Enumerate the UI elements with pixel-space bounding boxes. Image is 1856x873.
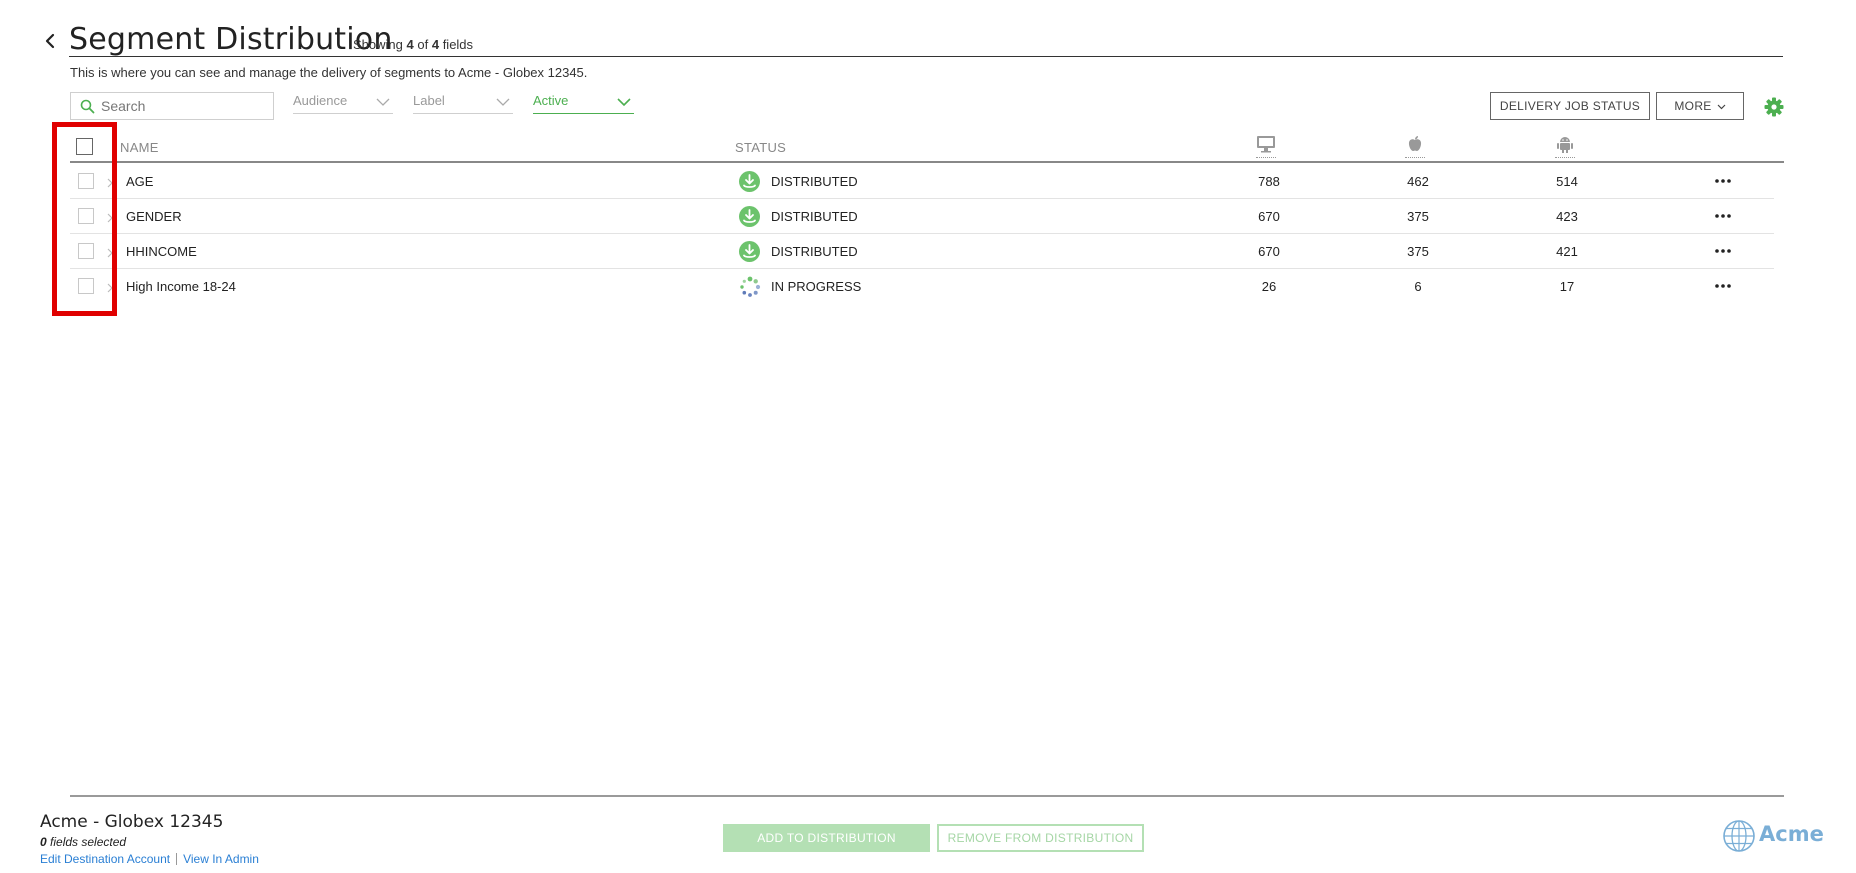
row-actions-ellipsis-icon[interactable] [1711, 171, 1735, 191]
row-android-count: 421 [1556, 244, 1578, 259]
audience-filter-label: Audience [293, 93, 348, 108]
distributed-icon [739, 241, 760, 267]
fields-selected-count: 0 [40, 835, 47, 849]
row-name[interactable]: High Income 18-24 [126, 279, 236, 294]
row-ios-count: 462 [1407, 174, 1429, 189]
showing-count: Showing 4 of 4 fields [353, 37, 473, 52]
page-subtitle: This is where you can see and manage the… [70, 65, 588, 80]
footer-links: Edit Destination Account View In Admin [40, 852, 259, 866]
table-header: NAME STATUS [70, 132, 1784, 163]
chevron-right-icon[interactable] [106, 175, 114, 193]
footer-bar: Acme - Globex 12345 0 fields selected Ed… [0, 797, 1856, 873]
label-filter-label: Label [413, 93, 445, 108]
row-actions-ellipsis-icon[interactable] [1711, 276, 1735, 296]
distributed-icon [739, 206, 760, 232]
row-checkbox[interactable] [78, 243, 94, 259]
table-row[interactable]: HHINCOME DISTRIBUTED 670 375 421 [70, 234, 1774, 269]
add-to-distribution-button[interactable]: ADD TO DISTRIBUTION [723, 824, 930, 852]
row-android-count: 423 [1556, 209, 1578, 224]
link-separator [176, 853, 178, 865]
column-header-name[interactable]: NAME [120, 140, 159, 155]
row-ios-count: 6 [1414, 279, 1422, 294]
search-input[interactable] [101, 96, 266, 116]
audience-filter-dropdown[interactable]: Audience [293, 92, 393, 114]
settings-gear-icon[interactable] [1764, 97, 1784, 122]
logo-text: Acme [1759, 822, 1824, 846]
showing-prefix: Showing [353, 37, 403, 52]
row-status: DISTRIBUTED [771, 244, 858, 259]
delivery-job-status-button[interactable]: DELIVERY JOB STATUS [1490, 92, 1650, 120]
fields-selected-label: fields selected [50, 835, 127, 849]
row-desktop-count: 670 [1258, 244, 1280, 259]
row-actions-ellipsis-icon[interactable] [1711, 206, 1735, 226]
more-button-label: MORE [1674, 99, 1712, 113]
row-actions-ellipsis-icon[interactable] [1711, 241, 1735, 261]
row-ios-count: 375 [1407, 244, 1429, 259]
remove-from-distribution-button[interactable]: REMOVE FROM DISTRIBUTION [937, 824, 1144, 852]
table-row[interactable]: GENDER DISTRIBUTED 670 375 423 [70, 199, 1774, 234]
page-title: Segment Distribution [69, 22, 393, 57]
search-field[interactable] [70, 92, 274, 120]
chevron-down-icon [496, 95, 510, 110]
table-row[interactable]: High Income 18-24 IN PROGRESS 26 6 17 [70, 269, 1774, 304]
chevron-right-icon[interactable] [106, 245, 114, 263]
row-desktop-count: 788 [1258, 174, 1280, 189]
showing-total-value: 4 [431, 37, 440, 52]
row-name[interactable]: AGE [126, 174, 153, 189]
row-desktop-count: 26 [1261, 279, 1277, 294]
search-icon [80, 99, 95, 119]
row-status: DISTRIBUTED [771, 209, 858, 224]
showing-count-value: 4 [406, 37, 414, 52]
destination-account-name: Acme - Globex 12345 [40, 812, 224, 832]
column-header-status[interactable]: STATUS [735, 140, 786, 155]
status-filter-label: Active [533, 93, 569, 108]
row-checkbox[interactable] [78, 173, 94, 189]
chevron-down-icon [1717, 99, 1726, 113]
chevron-right-icon[interactable] [106, 210, 114, 228]
apple-icon [1405, 135, 1425, 158]
select-all-checkbox[interactable] [76, 138, 93, 155]
globe-logo-icon [1723, 820, 1755, 852]
fields-selected-status: 0 fields selected [40, 835, 126, 849]
row-desktop-count: 670 [1258, 209, 1280, 224]
label-filter-dropdown[interactable]: Label [413, 92, 513, 114]
row-android-count: 514 [1556, 174, 1578, 189]
acme-logo: Acme [1722, 819, 1824, 853]
desktop-icon [1256, 135, 1276, 158]
page-header: Segment Distribution Showing 4 of 4 fiel… [40, 18, 1784, 58]
distributed-icon [739, 171, 760, 197]
row-status: DISTRIBUTED [771, 174, 858, 189]
edit-destination-account-link[interactable]: Edit Destination Account [40, 852, 170, 866]
view-in-admin-link[interactable]: View In Admin [183, 852, 259, 866]
back-chevron-icon[interactable] [40, 30, 62, 52]
showing-of: of [417, 37, 429, 52]
row-checkbox[interactable] [78, 278, 94, 294]
chevron-right-icon[interactable] [106, 280, 114, 298]
showing-suffix: fields [442, 37, 474, 52]
row-name[interactable]: HHINCOME [126, 244, 197, 259]
row-name[interactable]: GENDER [126, 209, 182, 224]
title-divider [69, 56, 1783, 57]
row-ios-count: 375 [1407, 209, 1429, 224]
chevron-down-icon [617, 95, 631, 110]
row-android-count: 17 [1559, 279, 1575, 294]
more-menu-button[interactable]: MORE [1656, 92, 1744, 120]
android-icon [1555, 135, 1575, 158]
status-filter-dropdown[interactable]: Active [533, 92, 634, 114]
in-progress-spinner-icon [739, 276, 761, 303]
row-checkbox[interactable] [78, 208, 94, 224]
table-row[interactable]: AGE DISTRIBUTED 788 462 514 [70, 164, 1774, 199]
row-status: IN PROGRESS [771, 279, 862, 294]
chevron-down-icon [376, 95, 390, 110]
